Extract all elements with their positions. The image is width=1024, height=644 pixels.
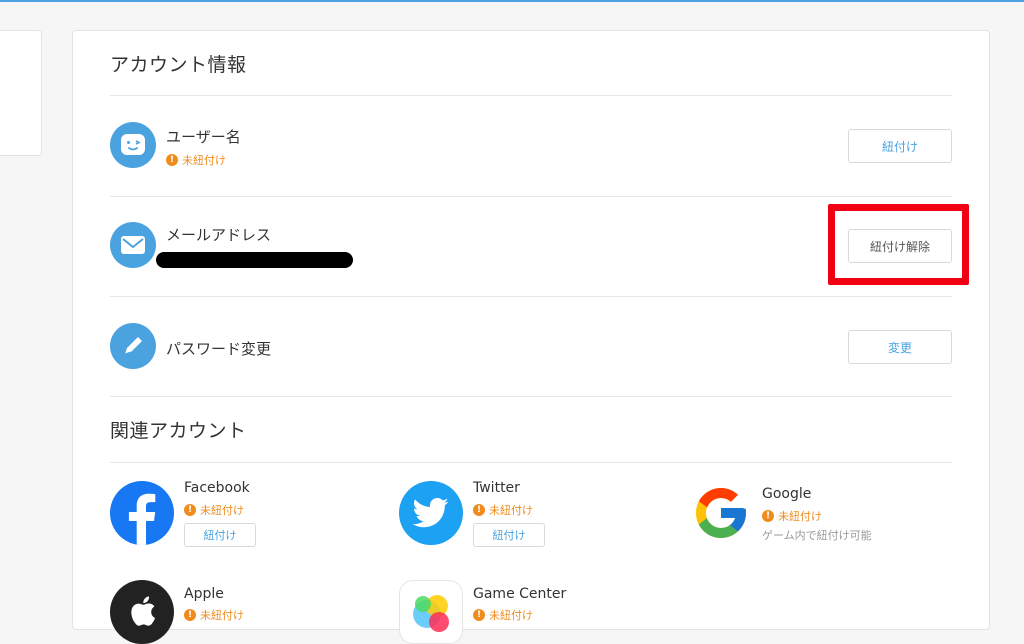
divider — [110, 462, 952, 463]
game-center-icon — [399, 580, 463, 644]
google-status-text: 未紐付け — [778, 510, 822, 523]
warning-icon: ! — [473, 504, 485, 516]
email-label: メールアドレス — [166, 226, 272, 244]
apple-name: Apple — [184, 586, 224, 602]
apple-icon — [110, 580, 174, 644]
google-status: ! 未紐付け — [762, 508, 822, 524]
apple-status: ! 未紐付け — [184, 607, 244, 623]
facebook-icon — [110, 481, 174, 545]
divider — [110, 196, 952, 197]
twitter-status-text: 未紐付け — [489, 504, 533, 517]
google-note: ゲーム内で紐付け可能 — [762, 529, 872, 542]
divider — [110, 296, 952, 297]
warning-icon: ! — [184, 504, 196, 516]
mail-icon — [110, 222, 156, 268]
highlight-box — [828, 204, 969, 285]
warning-icon: ! — [473, 609, 485, 621]
password-change-label: パスワード変更 — [166, 340, 272, 358]
divider — [110, 95, 952, 96]
warning-icon: ! — [762, 510, 774, 522]
twitter-name: Twitter — [473, 480, 520, 496]
link-facebook-button[interactable]: 紐付け — [184, 523, 256, 547]
facebook-status: ! 未紐付け — [184, 502, 244, 518]
pencil-icon — [110, 323, 156, 369]
username-status: ! 未紐付け — [166, 152, 226, 168]
divider — [110, 396, 952, 397]
warning-icon: ! — [166, 154, 178, 166]
twitter-status: ! 未紐付け — [473, 502, 533, 518]
related-accounts-title: 関連アカウント — [110, 420, 247, 442]
account-info-title: アカウント情報 — [110, 54, 247, 76]
facebook-status-text: 未紐付け — [200, 504, 244, 517]
facebook-name: Facebook — [184, 480, 250, 496]
side-panel — [0, 30, 42, 156]
twitter-icon — [399, 481, 463, 545]
game-center-status: ! 未紐付け — [473, 607, 533, 623]
google-name: Google — [762, 486, 812, 502]
username-label: ユーザー名 — [166, 128, 241, 146]
top-accent-line — [0, 0, 1024, 2]
link-twitter-button[interactable]: 紐付け — [473, 523, 545, 547]
game-center-status-text: 未紐付け — [489, 609, 533, 622]
change-password-button[interactable]: 変更 — [848, 330, 952, 364]
google-icon — [689, 481, 753, 545]
link-username-button[interactable]: 紐付け — [848, 129, 952, 163]
warning-icon: ! — [184, 609, 196, 621]
redacted-email-value — [156, 252, 353, 268]
apple-status-text: 未紐付け — [200, 609, 244, 622]
game-center-name: Game Center — [473, 586, 567, 602]
username-face-icon — [110, 122, 156, 168]
username-status-text: 未紐付け — [182, 154, 226, 167]
